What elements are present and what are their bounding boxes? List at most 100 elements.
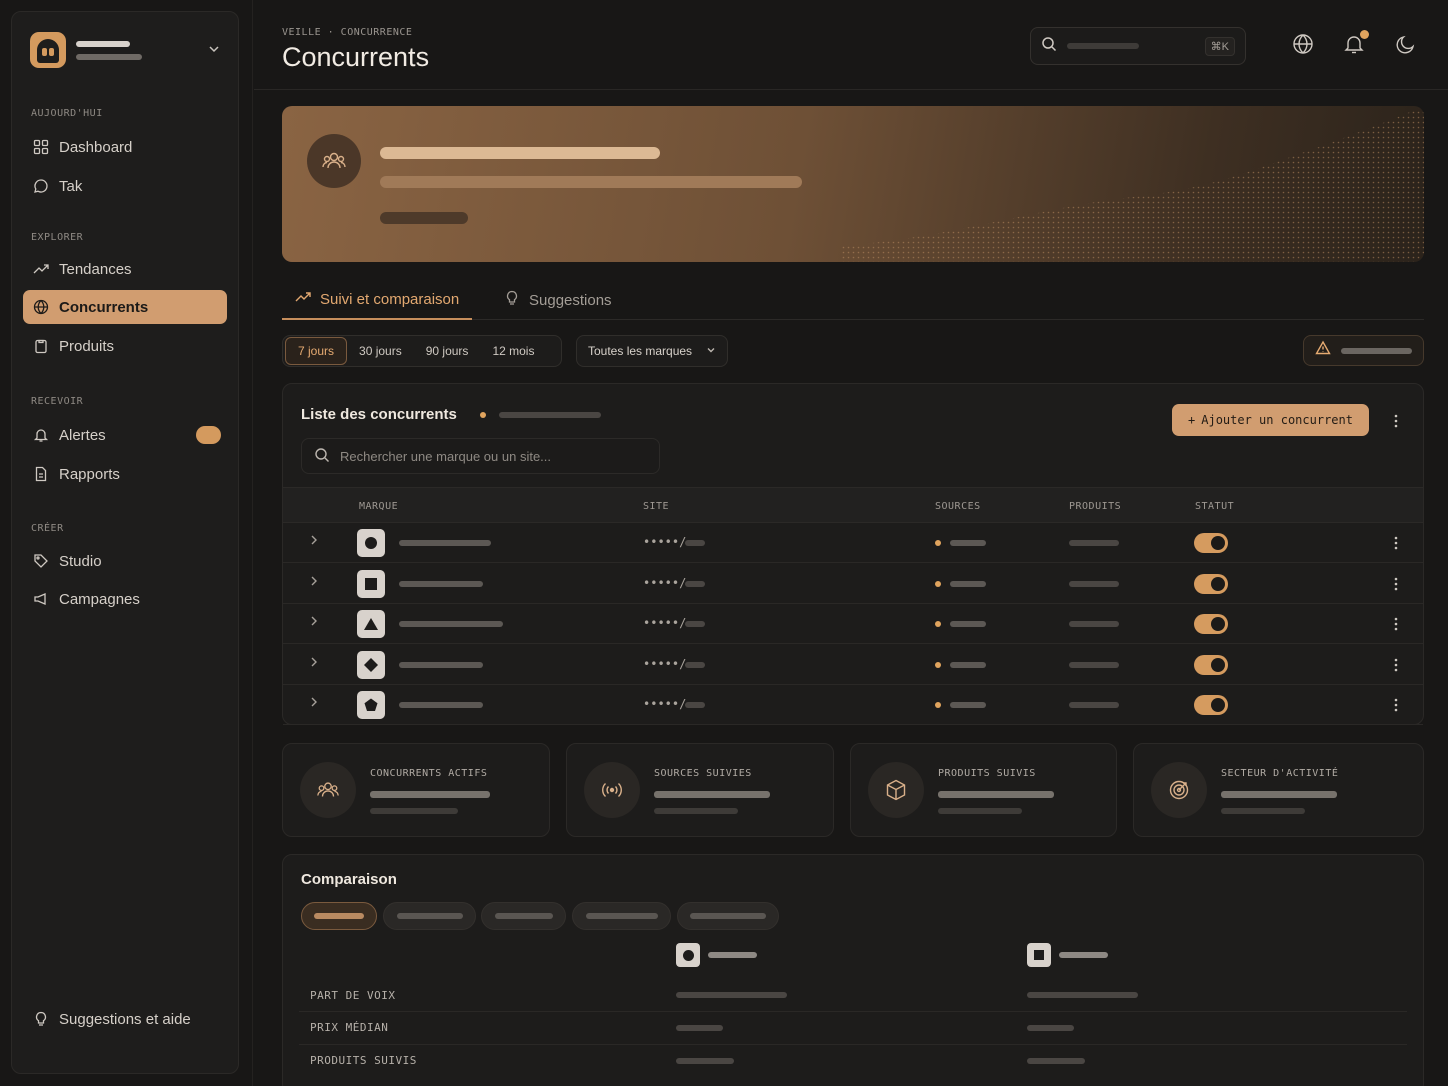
table-row[interactable]: •••••/ [283,604,1423,644]
comparison-filter-chip[interactable] [301,902,377,930]
comparison-filter-chip[interactable] [572,902,671,930]
status-toggle[interactable] [1194,695,1228,715]
chat-icon [32,177,50,195]
metric-value-placeholder [1027,1058,1085,1064]
site-url: •••••/ [643,656,687,671]
tab-suggestions[interactable]: Suggestions [504,280,612,320]
site-url-placeholder [685,661,705,668]
language-globe-icon[interactable] [1292,33,1316,57]
chevron-right-icon[interactable] [307,614,321,631]
site-url-placeholder [685,540,705,546]
status-toggle[interactable] [1194,614,1228,634]
search-icon [314,447,330,466]
site-url: •••••/ [643,535,687,549]
stat-value-placeholder [654,791,770,798]
notification-dot [1360,30,1369,39]
sidebar-item-label: Alertes [59,426,106,444]
stat-card: SOURCES SUIVIES [566,743,834,837]
chevron-down-icon [706,345,716,358]
brand-name-placeholder [399,702,483,708]
section-title-creer: CRÉER [31,523,64,534]
warnings-button[interactable] [1303,335,1424,366]
stat-label: PRODUITS SUIVIS [938,768,1036,779]
bell-icon [32,426,50,444]
warning-icon [1315,340,1331,361]
workspace-switcher[interactable] [30,30,220,70]
brand-logo [357,529,385,557]
status-toggle[interactable] [1194,573,1228,594]
grid-icon [32,138,50,156]
sources-count-placeholder [950,702,986,708]
global-search-input[interactable]: ⌘K [1030,27,1246,65]
sidebar-item-concurrents[interactable]: Concurrents [23,290,227,324]
chevron-right-icon[interactable] [307,533,321,550]
comparison-brand-b [1027,943,1108,967]
comparison-filter-chip[interactable] [481,902,566,930]
period-12-mois[interactable]: 12 mois [480,337,546,365]
comparison-title: Comparaison [301,871,397,888]
sidebar-item-campagnes[interactable]: Campagnes [23,582,227,616]
site-url-placeholder [685,621,705,627]
stat-caption-placeholder [938,808,1022,814]
stat-card: PRODUITS SUIVIS [850,743,1117,837]
site-url: •••••/ [643,616,687,630]
competitors-list-card: Liste des concurrents + Ajouter un concu… [282,383,1424,725]
sidebar-divider [252,0,253,1086]
brand-logo [357,650,385,679]
period-90-jours[interactable]: 90 jours [414,337,481,365]
sidebar-item-tak[interactable]: Tak [23,169,227,203]
clipboard-icon [32,337,50,355]
products-count-placeholder [1069,540,1119,546]
sources-count-placeholder [950,580,986,587]
period-selector: 7 jours 30 jours 90 jours 12 mois [282,335,562,367]
sidebar-item-rapports[interactable]: Rapports [23,457,227,491]
chevron-right-icon[interactable] [307,695,321,712]
comparison-filter-chip[interactable] [383,902,476,930]
stat-value-placeholder [1221,791,1337,798]
list-more-icon[interactable] [1388,413,1404,433]
brand-select[interactable]: Toutes les marques [576,335,728,367]
warnings-label-placeholder [1341,347,1412,354]
period-7-jours[interactable]: 7 jours [285,337,348,365]
brand-circle-logo [676,943,700,967]
chevron-down-icon [208,43,220,58]
comparison-filter-chip[interactable] [677,902,779,930]
sidebar-item-tendances[interactable]: Tendances [23,252,227,286]
source-status-dot [935,661,941,668]
row-more-icon[interactable] [1388,697,1404,717]
metric-value-placeholder [1027,1025,1074,1031]
sidebar-item-dashboard[interactable]: Dashboard [23,130,227,164]
table-row[interactable]: •••••/ [283,645,1423,685]
stat-caption-placeholder [1221,808,1305,814]
section-title-explorer: EXPLORER [31,232,84,243]
list-title: Liste des concurrents [301,406,457,423]
row-more-icon[interactable] [1388,616,1404,636]
sidebar-help-link[interactable]: Suggestions et aide [23,1002,227,1036]
column-header-produits: PRODUITS [1069,501,1122,512]
row-more-icon[interactable] [1388,576,1404,596]
sidebar-item-alertes[interactable]: Alertes [23,418,227,452]
section-title-today: AUJOURD'HUI [31,108,103,119]
status-toggle[interactable] [1194,654,1228,675]
dark-mode-moon-icon[interactable] [1395,33,1419,57]
chevron-right-icon[interactable] [307,655,321,672]
sidebar-item-label: Tak [59,177,83,195]
tab-suivi-comparaison[interactable]: Suivi et comparaison [282,280,473,320]
chevron-right-icon[interactable] [307,574,321,591]
table-row[interactable]: •••••/ [283,523,1423,563]
add-competitor-button[interactable]: + Ajouter un concurrent [1172,404,1369,436]
sidebar-item-studio[interactable]: Studio [23,544,227,578]
hero-subtitle-placeholder [380,176,802,188]
brand-name-placeholder [399,580,483,587]
sidebar-item-produits[interactable]: Produits [23,329,227,363]
row-more-icon[interactable] [1388,657,1404,677]
status-toggle[interactable] [1194,533,1228,553]
table-row[interactable]: •••••/ [283,685,1423,725]
period-30-jours[interactable]: 30 jours [347,337,414,365]
competitor-search-input[interactable]: Rechercher une marque ou un site... [301,438,660,474]
comparison-card: Comparaison PART DE VOIX PRIX MÉDIAN PRO… [282,854,1424,1086]
stat-caption-placeholder [654,808,738,814]
table-row[interactable]: •••••/ [283,564,1423,604]
document-icon [32,465,50,483]
row-more-icon[interactable] [1388,535,1404,555]
